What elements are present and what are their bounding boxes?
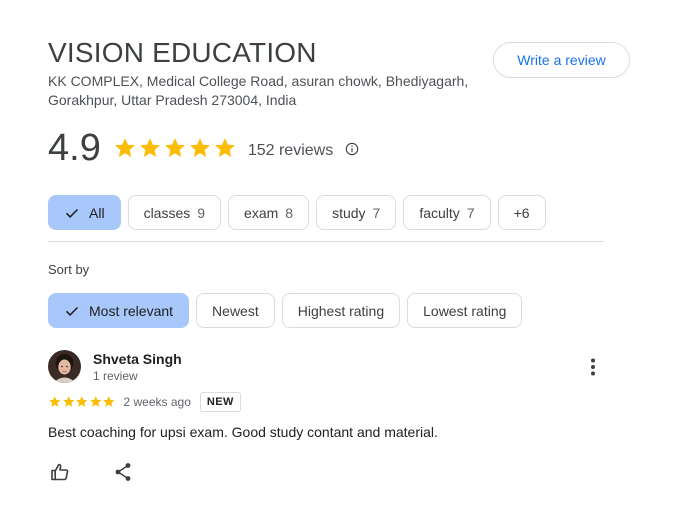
sort-option-label: Most relevant [89,302,174,319]
star-icon [139,138,160,157]
chip-label: study [332,204,366,221]
review-rating-row: 2 weeks ago NEW [48,392,241,412]
chip-study[interactable]: study 7 [316,195,397,230]
chip-label: classes [143,204,191,221]
sort-option-label: Highest rating [297,302,385,319]
share-icon[interactable] [114,462,132,482]
sort-newest[interactable]: Newest [196,293,275,328]
chip-more-topics[interactable]: +6 [497,195,546,230]
sort-label: Sort by [48,262,90,277]
chip-all[interactable]: All [48,195,121,230]
check-icon [65,208,79,218]
thumbs-up-icon[interactable] [50,462,70,482]
chip-exam[interactable]: exam 8 [228,195,310,230]
sort-highest-rating[interactable]: Highest rating [281,293,401,328]
chip-label: faculty [419,204,460,221]
topic-filter-chips: All classes 9 exam 8 study 7 faculty 7 +… [48,195,546,230]
star-icon [76,396,88,408]
chip-count: 7 [372,204,381,221]
info-icon[interactable] [345,142,359,156]
sort-options: Most relevant Newest Highest rating Lowe… [48,293,523,328]
chip-label: All [89,204,105,221]
rating-value: 4.9 [48,127,101,169]
chip-faculty[interactable]: faculty 7 [403,195,491,230]
new-badge: NEW [199,392,241,412]
reviewer-name[interactable]: Shveta Singh [93,351,182,367]
star-icon [89,396,101,408]
chip-count: 7 [466,204,475,221]
sort-option-label: Newest [212,302,259,319]
star-icon [189,138,210,157]
review-stars [48,395,116,409]
chip-label: +6 [513,204,530,221]
chip-classes[interactable]: classes 9 [127,195,222,230]
review-time: 2 weeks ago [123,395,191,409]
star-icon [114,138,135,157]
review-text: Best coaching for upsi exam. Good study … [48,424,438,440]
check-icon [65,306,79,316]
sort-lowest-rating[interactable]: Lowest rating [407,293,523,328]
sort-option-label: Lowest rating [423,302,507,319]
star-icon [62,396,74,408]
star-icon [49,396,61,408]
rating-summary: 4.9 152 reviews [48,126,359,170]
place-address: KK COMPLEX, Medical College Road, asuran… [48,73,469,108]
write-review-button[interactable]: Write a review [493,42,630,78]
chip-count: 8 [285,204,294,221]
chip-label: exam [244,204,279,221]
avatar[interactable] [48,350,81,383]
star-icon [164,138,185,157]
divider [48,241,604,242]
more-options-icon[interactable] [584,357,602,377]
review-count: 152 reviews [247,142,334,159]
rating-stars [113,136,237,160]
chip-count: 9 [197,204,206,221]
reviewer-review-count: 1 review [93,369,138,383]
star-icon [103,396,115,408]
star-icon [214,138,235,157]
place-title: VISION EDUCATION [48,37,317,68]
sort-most-relevant[interactable]: Most relevant [48,293,190,328]
